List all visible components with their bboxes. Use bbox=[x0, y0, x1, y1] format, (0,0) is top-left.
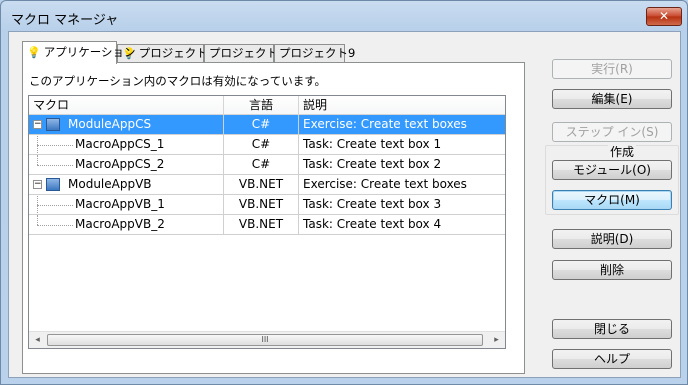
macro-name: MacroAppVB_1 bbox=[75, 197, 165, 211]
macro-name: ModuleAppVB bbox=[68, 177, 152, 191]
collapse-icon[interactable]: − bbox=[33, 120, 42, 129]
tree-line bbox=[37, 155, 38, 165]
description-cell: Exercise: Create text boxes bbox=[303, 177, 467, 191]
tree-line bbox=[37, 135, 38, 145]
close-window-button[interactable]: ✕ bbox=[646, 7, 682, 26]
grid-header: マクロ 言語 説明 bbox=[29, 96, 505, 115]
language-cell: C# bbox=[224, 135, 299, 154]
macro-name-cell: − ModuleAppCS bbox=[29, 115, 224, 134]
column-header-language[interactable]: 言語 bbox=[224, 96, 299, 115]
language-cell: VB.NET bbox=[224, 175, 299, 194]
tree-line bbox=[37, 165, 73, 166]
description-cell: Task: Create text box 3 bbox=[303, 197, 442, 211]
tab-project9[interactable]: プロジェクト9 bbox=[274, 44, 355, 63]
module-icon bbox=[46, 178, 60, 191]
close-button[interactable]: 閉じる bbox=[552, 319, 672, 339]
column-header-description[interactable]: 説明 bbox=[299, 96, 505, 115]
bulb-icon: 💡 bbox=[27, 46, 41, 59]
tab-project4[interactable]: プロジェクト4 bbox=[204, 44, 285, 63]
macros-enabled-text: このアプリケーション内のマクロは有効になっています。 bbox=[29, 74, 327, 88]
description-cell: Exercise: Create text boxes bbox=[299, 115, 505, 134]
macro-name-cell: MacroAppCS_2 bbox=[29, 155, 224, 174]
window-title: マクロ マネージャ bbox=[11, 13, 119, 28]
macro-name-cell: MacroAppVB_2 bbox=[29, 215, 224, 234]
help-button[interactable]: ヘルプ bbox=[552, 349, 672, 369]
table-row[interactable]: − ModuleAppVB VB.NET Exercise: Create te… bbox=[29, 175, 505, 195]
scroll-right-icon[interactable]: ▸ bbox=[488, 332, 505, 348]
macro-name-cell: MacroAppCS_1 bbox=[29, 135, 224, 154]
tree-line bbox=[37, 205, 73, 206]
language-cell: C# bbox=[224, 115, 299, 134]
tree-line bbox=[37, 145, 73, 146]
tab-label: アプリケーション bbox=[43, 45, 136, 59]
tab-panel: このアプリケーション内のマクロは有効になっています。 マクロ 言語 説明 − M… bbox=[22, 62, 525, 374]
scrollbar-thumb[interactable]: III bbox=[47, 334, 483, 346]
macro-name: ModuleAppCS bbox=[68, 117, 152, 131]
macro-list-grid[interactable]: マクロ 言語 説明 − ModuleAppCS C# Exercise: Cre… bbox=[28, 95, 506, 349]
description-cell: Task: Create text box 2 bbox=[303, 157, 442, 171]
scroll-left-icon[interactable]: ◂ bbox=[29, 332, 46, 348]
column-header-macro[interactable]: マクロ bbox=[29, 96, 224, 115]
tree-line bbox=[37, 225, 73, 226]
horizontal-scrollbar[interactable]: ◂ III ▸ bbox=[29, 331, 505, 348]
tab-application[interactable]: 💡 アプリケーション bbox=[22, 41, 135, 64]
macro-name: MacroAppVB_2 bbox=[75, 217, 165, 231]
step-into-button[interactable]: ステップ イン(S) bbox=[552, 122, 672, 142]
table-row[interactable]: MacroAppVB_2 VB.NET Task: Create text bo… bbox=[29, 215, 505, 235]
table-row[interactable]: MacroAppVB_1 VB.NET Task: Create text bo… bbox=[29, 195, 505, 215]
macro-name-cell: MacroAppVB_1 bbox=[29, 195, 224, 214]
delete-button[interactable]: 削除 bbox=[552, 260, 672, 280]
language-cell: VB.NET bbox=[224, 215, 299, 234]
table-row[interactable]: MacroAppCS_1 C# Task: Create text box 1 bbox=[29, 135, 505, 155]
tab-label: プロジェクト9 bbox=[279, 46, 356, 60]
dialog-client-area: 💡 アプリケーション 💡 プロジェクト10 プロジェクト4 プロジェクト9 このアプ… bbox=[8, 31, 681, 378]
tree-line bbox=[37, 145, 38, 154]
macro-name-cell: − ModuleAppVB bbox=[29, 175, 224, 194]
macro-manager-window: マクロ マネージャ ✕ 💡 アプリケーション 💡 プロジェクト10 プロジェクト4 … bbox=[0, 0, 688, 385]
collapse-icon[interactable]: − bbox=[33, 180, 42, 189]
language-cell: C# bbox=[224, 155, 299, 174]
create-group-label: 作成 bbox=[608, 143, 637, 160]
new-macro-button[interactable]: マクロ(M) bbox=[552, 190, 672, 210]
language-cell: VB.NET bbox=[224, 195, 299, 214]
table-row[interactable]: − ModuleAppCS C# Exercise: Create text b… bbox=[29, 115, 505, 135]
macro-name: MacroAppCS_2 bbox=[75, 157, 165, 171]
table-row[interactable]: MacroAppCS_2 C# Task: Create text box 2 bbox=[29, 155, 505, 175]
module-icon bbox=[46, 118, 60, 131]
macro-name: MacroAppCS_1 bbox=[75, 137, 165, 151]
run-button[interactable]: 実行(R) bbox=[552, 59, 672, 79]
tree-line bbox=[37, 215, 38, 225]
title-bar: マクロ マネージャ ✕ bbox=[1, 1, 687, 31]
edit-button[interactable]: 編集(E) bbox=[552, 89, 672, 109]
description-cell: Task: Create text box 4 bbox=[303, 217, 442, 231]
description-button[interactable]: 説明(D) bbox=[552, 229, 672, 249]
description-cell: Task: Create text box 1 bbox=[303, 137, 442, 151]
new-module-button[interactable]: モジュール(O) bbox=[552, 160, 672, 180]
